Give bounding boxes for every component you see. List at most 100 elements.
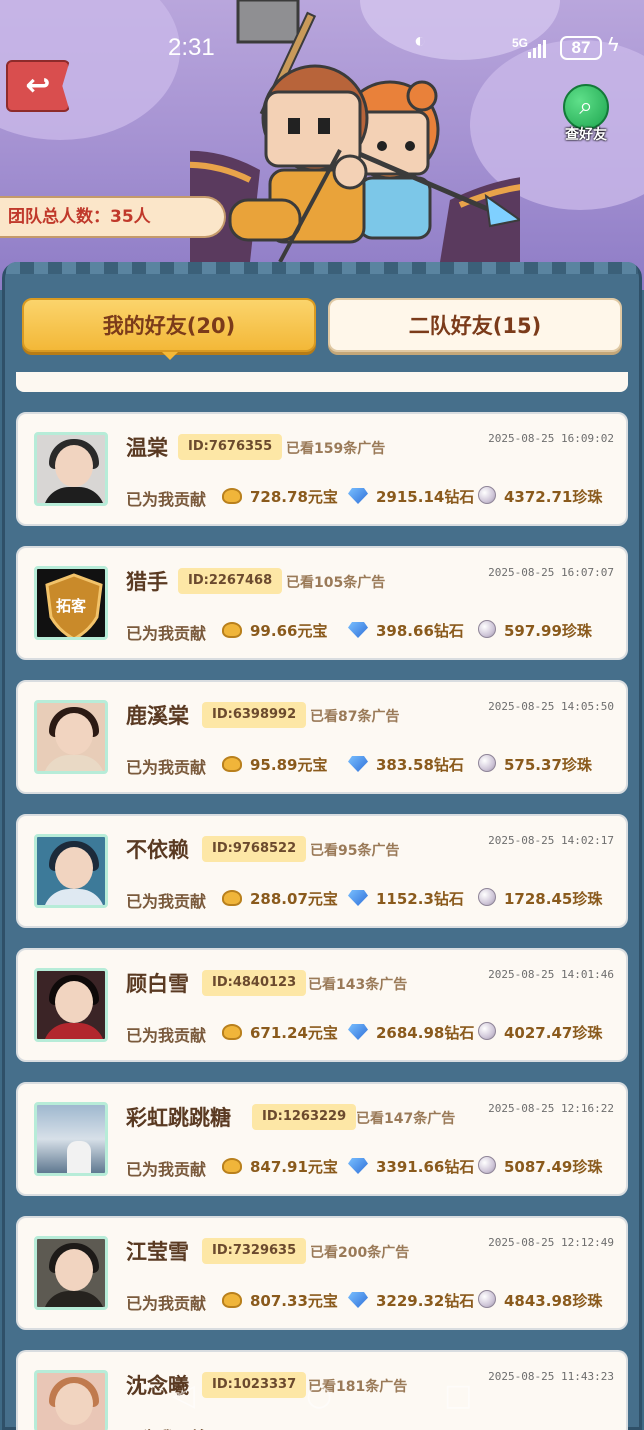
friend-name: 温棠 xyxy=(126,436,168,460)
pearl-stat: 4027.47珍珠 xyxy=(478,1022,602,1043)
ads-watched: 已看105条广告 xyxy=(286,575,386,591)
panel-border-decoration xyxy=(6,262,638,274)
ingot-stat: 288.07元宝 xyxy=(222,888,338,909)
ingot-value: 807.33元宝 xyxy=(250,1292,338,1310)
nav-home-icon[interactable]: ○ xyxy=(306,1378,332,1413)
friend-id-tag: ID:9768522 xyxy=(202,836,307,862)
friend-id-tag: ID:7329635 xyxy=(202,1238,307,1264)
friend-card[interactable]: 顾白雪 ID:4840123 已看143条广告 2025-08-25 14:01… xyxy=(16,948,628,1062)
friend-name: 鹿溪棠 xyxy=(126,704,189,728)
diamond-icon xyxy=(348,1158,368,1174)
ingot-icon xyxy=(222,488,242,504)
timestamp: 2025-08-25 12:12:49 xyxy=(488,1236,614,1249)
diamond-value: 398.66钻石 xyxy=(376,622,464,640)
diamond-stat: 3391.66钻石 xyxy=(348,1156,474,1177)
search-friend-label: 查好友 xyxy=(565,127,607,143)
ingot-icon xyxy=(222,1024,242,1040)
friend-card[interactable]: 不依赖 ID:9768522 已看95条广告 2025-08-25 14:02:… xyxy=(16,814,628,928)
clock: 2:31 xyxy=(168,34,215,61)
pearl-value: 1728.45珍珠 xyxy=(504,890,603,908)
ingot-icon xyxy=(222,756,242,772)
friend-name: 猎手 xyxy=(126,570,168,594)
ingot-value: 847.91元宝 xyxy=(250,1158,338,1176)
diamond-value: 3391.66钻石 xyxy=(376,1158,475,1176)
signal-icon xyxy=(528,38,546,58)
battery-icon: 87 xyxy=(560,36,602,60)
friend-id-tag: ID:2267468 xyxy=(178,568,283,594)
pearl-value: 575.37珍珠 xyxy=(504,756,592,774)
friend-name: 江莹雪 xyxy=(126,1240,189,1264)
ads-watched: 已看87条广告 xyxy=(310,709,400,725)
pearl-value: 4027.47珍珠 xyxy=(504,1024,603,1042)
avatar: 拓客 xyxy=(34,566,108,640)
pearl-stat: 5087.49珍珠 xyxy=(478,1156,602,1177)
charging-icon: ϟ xyxy=(608,34,619,56)
ingot-stat: 847.91元宝 xyxy=(222,1156,338,1177)
ads-watched: 已看95条广告 xyxy=(310,843,400,859)
diamond-icon xyxy=(348,622,368,638)
timestamp: 2025-08-25 14:02:17 xyxy=(488,834,614,847)
pearl-stat: 597.99珍珠 xyxy=(478,620,592,641)
notification-cat-icon: ◐ xyxy=(414,30,427,52)
ingot-icon xyxy=(222,1158,242,1174)
avatar xyxy=(34,1236,108,1310)
ingot-stat: 671.24元宝 xyxy=(222,1022,338,1043)
ingot-stat: 99.66元宝 xyxy=(222,620,327,641)
status-bar: 2:31 ◐ 5G 87 ϟ xyxy=(0,30,644,66)
contribution-label: 已为我贡献 xyxy=(126,490,207,509)
diamond-stat: 398.66钻石 xyxy=(348,620,464,641)
ingot-value: 95.89元宝 xyxy=(250,756,328,774)
pearl-value: 4843.98珍珠 xyxy=(504,1292,603,1310)
ingot-icon xyxy=(222,1292,242,1308)
header-banner: 2:31 ◐ 5G 87 ϟ xyxy=(0,0,644,290)
list-item-partial xyxy=(16,372,628,392)
diamond-icon xyxy=(348,890,368,906)
timestamp: 2025-08-25 14:01:46 xyxy=(488,968,614,981)
timestamp: 2025-08-25 14:05:50 xyxy=(488,700,614,713)
pearl-value: 597.99珍珠 xyxy=(504,622,592,640)
avatar-badge-text: 拓客 xyxy=(55,597,86,615)
diamond-value: 3229.32钻石 xyxy=(376,1292,475,1310)
diamond-stat: 2684.98钻石 xyxy=(348,1022,474,1043)
nav-recents-icon[interactable]: □ xyxy=(444,1378,472,1413)
timestamp: 2025-08-25 16:09:02 xyxy=(488,432,614,445)
pearl-icon xyxy=(478,620,496,638)
friend-card[interactable]: 拓客 猎手 ID:2267468 已看105条广告 2025-08-25 16:… xyxy=(16,546,628,660)
tab-second-team-friends[interactable]: 二队好友(15) xyxy=(328,298,622,352)
ads-watched: 已看143条广告 xyxy=(308,977,408,993)
timestamp: 2025-08-25 16:07:07 xyxy=(488,566,614,579)
contribution-label: 已为我贡献 xyxy=(126,1026,207,1045)
ingot-stat: 807.33元宝 xyxy=(222,1290,338,1311)
diamond-stat: 3229.32钻石 xyxy=(348,1290,474,1311)
pearl-icon xyxy=(478,754,496,772)
diamond-icon xyxy=(348,1024,368,1040)
friend-card[interactable]: 鹿溪棠 ID:6398992 已看87条广告 2025-08-25 14:05:… xyxy=(16,680,628,794)
pearl-stat: 575.37珍珠 xyxy=(478,754,592,775)
diamond-value: 1152.3钻石 xyxy=(376,890,464,908)
tab-my-friends[interactable]: 我的好友(20) xyxy=(22,298,316,360)
avatar xyxy=(34,1102,108,1176)
diamond-icon xyxy=(348,1292,368,1308)
friend-card[interactable]: 彩虹跳跳糖 ID:1263229 已看147条广告 2025-08-25 12:… xyxy=(16,1082,628,1196)
avatar xyxy=(34,432,108,506)
diamond-icon xyxy=(348,488,368,504)
nav-back-icon[interactable]: ◁ xyxy=(172,1378,195,1413)
pearl-stat: 4372.71珍珠 xyxy=(478,486,602,507)
avatar xyxy=(34,968,108,1042)
friend-card[interactable]: 江莹雪 ID:7329635 已看200条广告 2025-08-25 12:12… xyxy=(16,1216,628,1330)
timestamp: 2025-08-25 12:16:22 xyxy=(488,1102,614,1115)
diamond-stat: 383.58钻石 xyxy=(348,754,464,775)
friend-name: 顾白雪 xyxy=(126,972,189,996)
friend-name: 彩虹跳跳糖 xyxy=(126,1106,231,1130)
pearl-value: 5087.49珍珠 xyxy=(504,1158,603,1176)
back-button[interactable]: ↩ xyxy=(6,60,70,112)
network-indicator: 5G xyxy=(512,36,529,50)
team-total-badge: 团队总人数：35人 xyxy=(0,196,226,238)
contribution-label: 已为我贡献 xyxy=(126,758,207,777)
diamond-stat: 2915.14钻石 xyxy=(348,486,474,507)
contribution-label: 已为我贡献 xyxy=(126,1294,207,1313)
search-friend-button[interactable]: ⌕ 查好友 xyxy=(556,84,616,144)
pearl-icon xyxy=(478,1290,496,1308)
diamond-value: 2915.14钻石 xyxy=(376,488,475,506)
friend-card[interactable]: 温棠 ID:7676355 已看159条广告 2025-08-25 16:09:… xyxy=(16,412,628,526)
